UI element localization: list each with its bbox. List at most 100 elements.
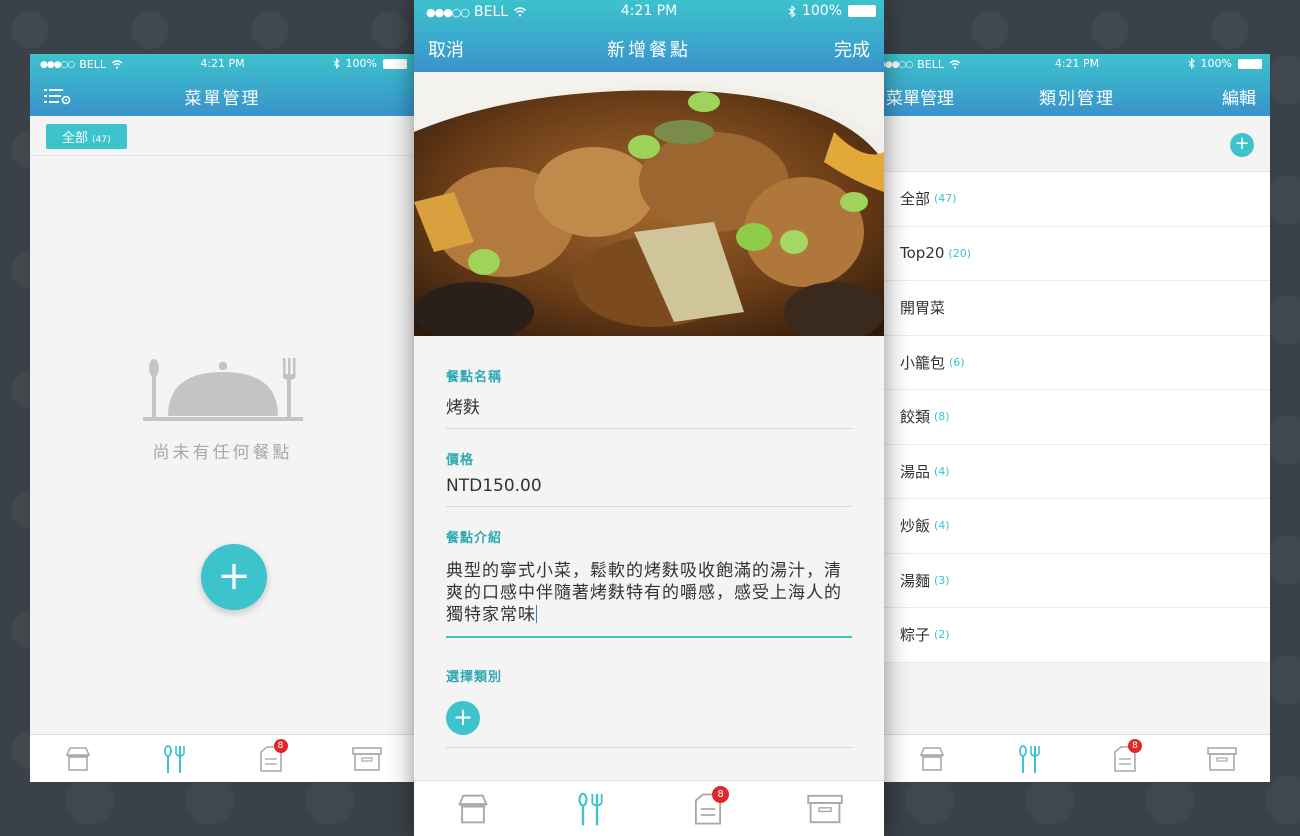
name-input[interactable]: 烤麩 [446, 393, 852, 429]
done-button[interactable]: 完成 [834, 36, 870, 62]
category-item[interactable]: 湯麵 (3) [884, 554, 1270, 608]
battery-percent: 100% [345, 57, 377, 70]
filter-bar: 全部 (47) [30, 116, 415, 156]
store-icon [920, 746, 945, 771]
empty-message: 尚未有任何餐點 [152, 443, 293, 463]
cutlery-icon [578, 792, 603, 825]
text-cursor [536, 605, 537, 623]
category-name: 炒飯 [900, 517, 931, 536]
orders-badge: 8 [1128, 739, 1142, 753]
dish-photo-image [414, 72, 884, 336]
cloche-icon [142, 358, 303, 421]
bluetooth-icon [1188, 58, 1195, 69]
category-item[interactable]: 開胃菜 [884, 281, 1270, 336]
description-text: 典型的寧式小菜，鬆軟的烤麩吸收飽滿的湯汁，清爽的口感中伴隨著烤麩特有的嚼感，感受… [446, 561, 842, 625]
category-count: (2) [934, 628, 950, 642]
tab-menu[interactable] [981, 735, 1078, 782]
category-item[interactable]: 小籠包 (6) [884, 336, 1270, 390]
category-count: (47) [934, 192, 957, 206]
tab-bar: 8 [884, 734, 1270, 782]
divider [446, 747, 852, 748]
bluetooth-icon [788, 4, 796, 18]
category-name: 餃類 [900, 408, 931, 427]
category-name: 湯麵 [900, 571, 931, 590]
edit-button[interactable]: 編輯 [1222, 84, 1256, 109]
tab-archive[interactable] [319, 735, 415, 782]
tab-menu[interactable] [126, 735, 222, 782]
category-name: 全部 [900, 190, 931, 209]
category-count: (3) [934, 573, 950, 587]
add-dish-screen: ●●●○○ BELL 4:21 PM 100% 取消 新增餐點 完成 餐點名稱 … [414, 0, 884, 836]
price-field: 價格 NTD150.00 [446, 449, 852, 507]
tab-bar: 8 [30, 734, 415, 782]
add-category-button[interactable]: + [446, 701, 480, 735]
page-title: 菜單管理 [184, 89, 261, 109]
name-label: 餐點名稱 [446, 370, 503, 385]
category-count: (4) [934, 519, 950, 533]
tab-store[interactable] [884, 735, 981, 782]
tab-store[interactable] [414, 781, 532, 836]
tab-orders[interactable]: 8 [1077, 735, 1174, 782]
battery-percent: 100% [801, 3, 842, 19]
battery-icon [848, 5, 876, 17]
category-list: 全部 (47) Top20 (20) 開胃菜 小籠包 (6) 餃類 (8) 湯品 (4) … [884, 172, 1270, 663]
category-count: (8) [934, 410, 950, 424]
category-label: 選擇類別 [446, 670, 503, 685]
description-textarea[interactable]: 典型的寧式小菜，鬆軟的烤麩吸收飽滿的湯汁，清爽的口感中伴隨著烤麩特有的嚼感，感受… [446, 560, 852, 638]
filter-chip-count: (47) [92, 135, 111, 145]
tab-orders[interactable]: 8 [223, 735, 319, 782]
price-input[interactable]: NTD150.00 [446, 476, 852, 507]
category-item[interactable]: Top20 (20) [884, 227, 1270, 281]
archive-icon [352, 746, 382, 771]
add-category-button[interactable]: + [1230, 133, 1254, 157]
store-icon [457, 794, 488, 823]
tab-orders[interactable]: 8 [649, 781, 767, 836]
category-item[interactable]: 湯品 (4) [884, 445, 1270, 499]
status-bar: ●●●○○ BELL 4:21 PM 100% [30, 54, 415, 74]
tab-store[interactable] [30, 735, 126, 782]
header: ●●●○○ BELL 4:21 PM 100% 菜單管理 類別管理 編輯 [884, 54, 1270, 116]
category-count: (6) [949, 355, 965, 369]
category-name: 湯品 [900, 462, 931, 481]
archive-icon [1206, 746, 1237, 771]
filter-chip-label: 全部 [62, 131, 89, 146]
page-title: 新增餐點 [607, 40, 691, 61]
tab-bar: 8 [414, 780, 884, 836]
category-name: 開胃菜 [900, 299, 946, 318]
tab-menu[interactable] [532, 781, 650, 836]
tab-archive[interactable] [1174, 735, 1271, 782]
dish-form: 餐點名稱 烤麩 價格 NTD150.00 餐點介紹 典型的寧式小菜，鬆軟的烤麩吸… [414, 336, 884, 748]
tab-archive[interactable] [767, 781, 885, 836]
price-label: 價格 [446, 453, 475, 468]
nav-bar: 取消 新增餐點 完成 [414, 24, 884, 72]
category-item[interactable]: 粽子 (2) [884, 608, 1270, 663]
dish-photo[interactable] [414, 72, 884, 336]
header: ●●●○○ BELL 4:21 PM 100% 取消 新增餐點 完成 [414, 0, 884, 72]
add-category-row: + [884, 116, 1270, 172]
category-item[interactable]: 炒飯 (4) [884, 499, 1270, 554]
orders-badge: 8 [273, 739, 288, 753]
page-title: 類別管理 [1039, 89, 1115, 109]
category-item[interactable]: 餃類 (8) [884, 390, 1270, 445]
description-field: 餐點介紹 典型的寧式小菜，鬆軟的烤麩吸收飽滿的湯汁，清爽的口感中伴隨著烤麩特有的… [446, 527, 852, 638]
add-dish-button[interactable]: + [201, 544, 267, 610]
nav-bar: 菜單管理 類別管理 編輯 [884, 74, 1270, 116]
category-item[interactable]: 全部 (47) [884, 172, 1270, 227]
battery-icon [1238, 58, 1262, 69]
category-management-screen: ●●●○○ BELL 4:21 PM 100% 菜單管理 類別管理 編輯 + 全… [884, 54, 1270, 782]
status-bar: ●●●○○ BELL 4:21 PM 100% [414, 0, 884, 24]
archive-icon [807, 794, 844, 823]
category-name: 小籠包 [900, 353, 946, 372]
store-icon [65, 746, 91, 771]
category-name: 粽子 [900, 626, 931, 645]
battery-percent: 100% [1200, 57, 1232, 70]
filter-chip-all[interactable]: 全部 (47) [46, 124, 127, 149]
orders-badge: 8 [712, 786, 729, 803]
category-count: (20) [948, 246, 971, 260]
name-field: 餐點名稱 烤麩 [446, 366, 852, 429]
cutlery-icon [164, 744, 186, 773]
status-bar: ●●●○○ BELL 4:21 PM 100% [884, 54, 1270, 74]
description-label: 餐點介紹 [446, 531, 503, 546]
nav-bar: 菜單管理 [30, 74, 415, 116]
menu-management-screen: ●●●○○ BELL 4:21 PM 100% 菜單管理 全部 (47) 尚未有… [30, 54, 415, 782]
